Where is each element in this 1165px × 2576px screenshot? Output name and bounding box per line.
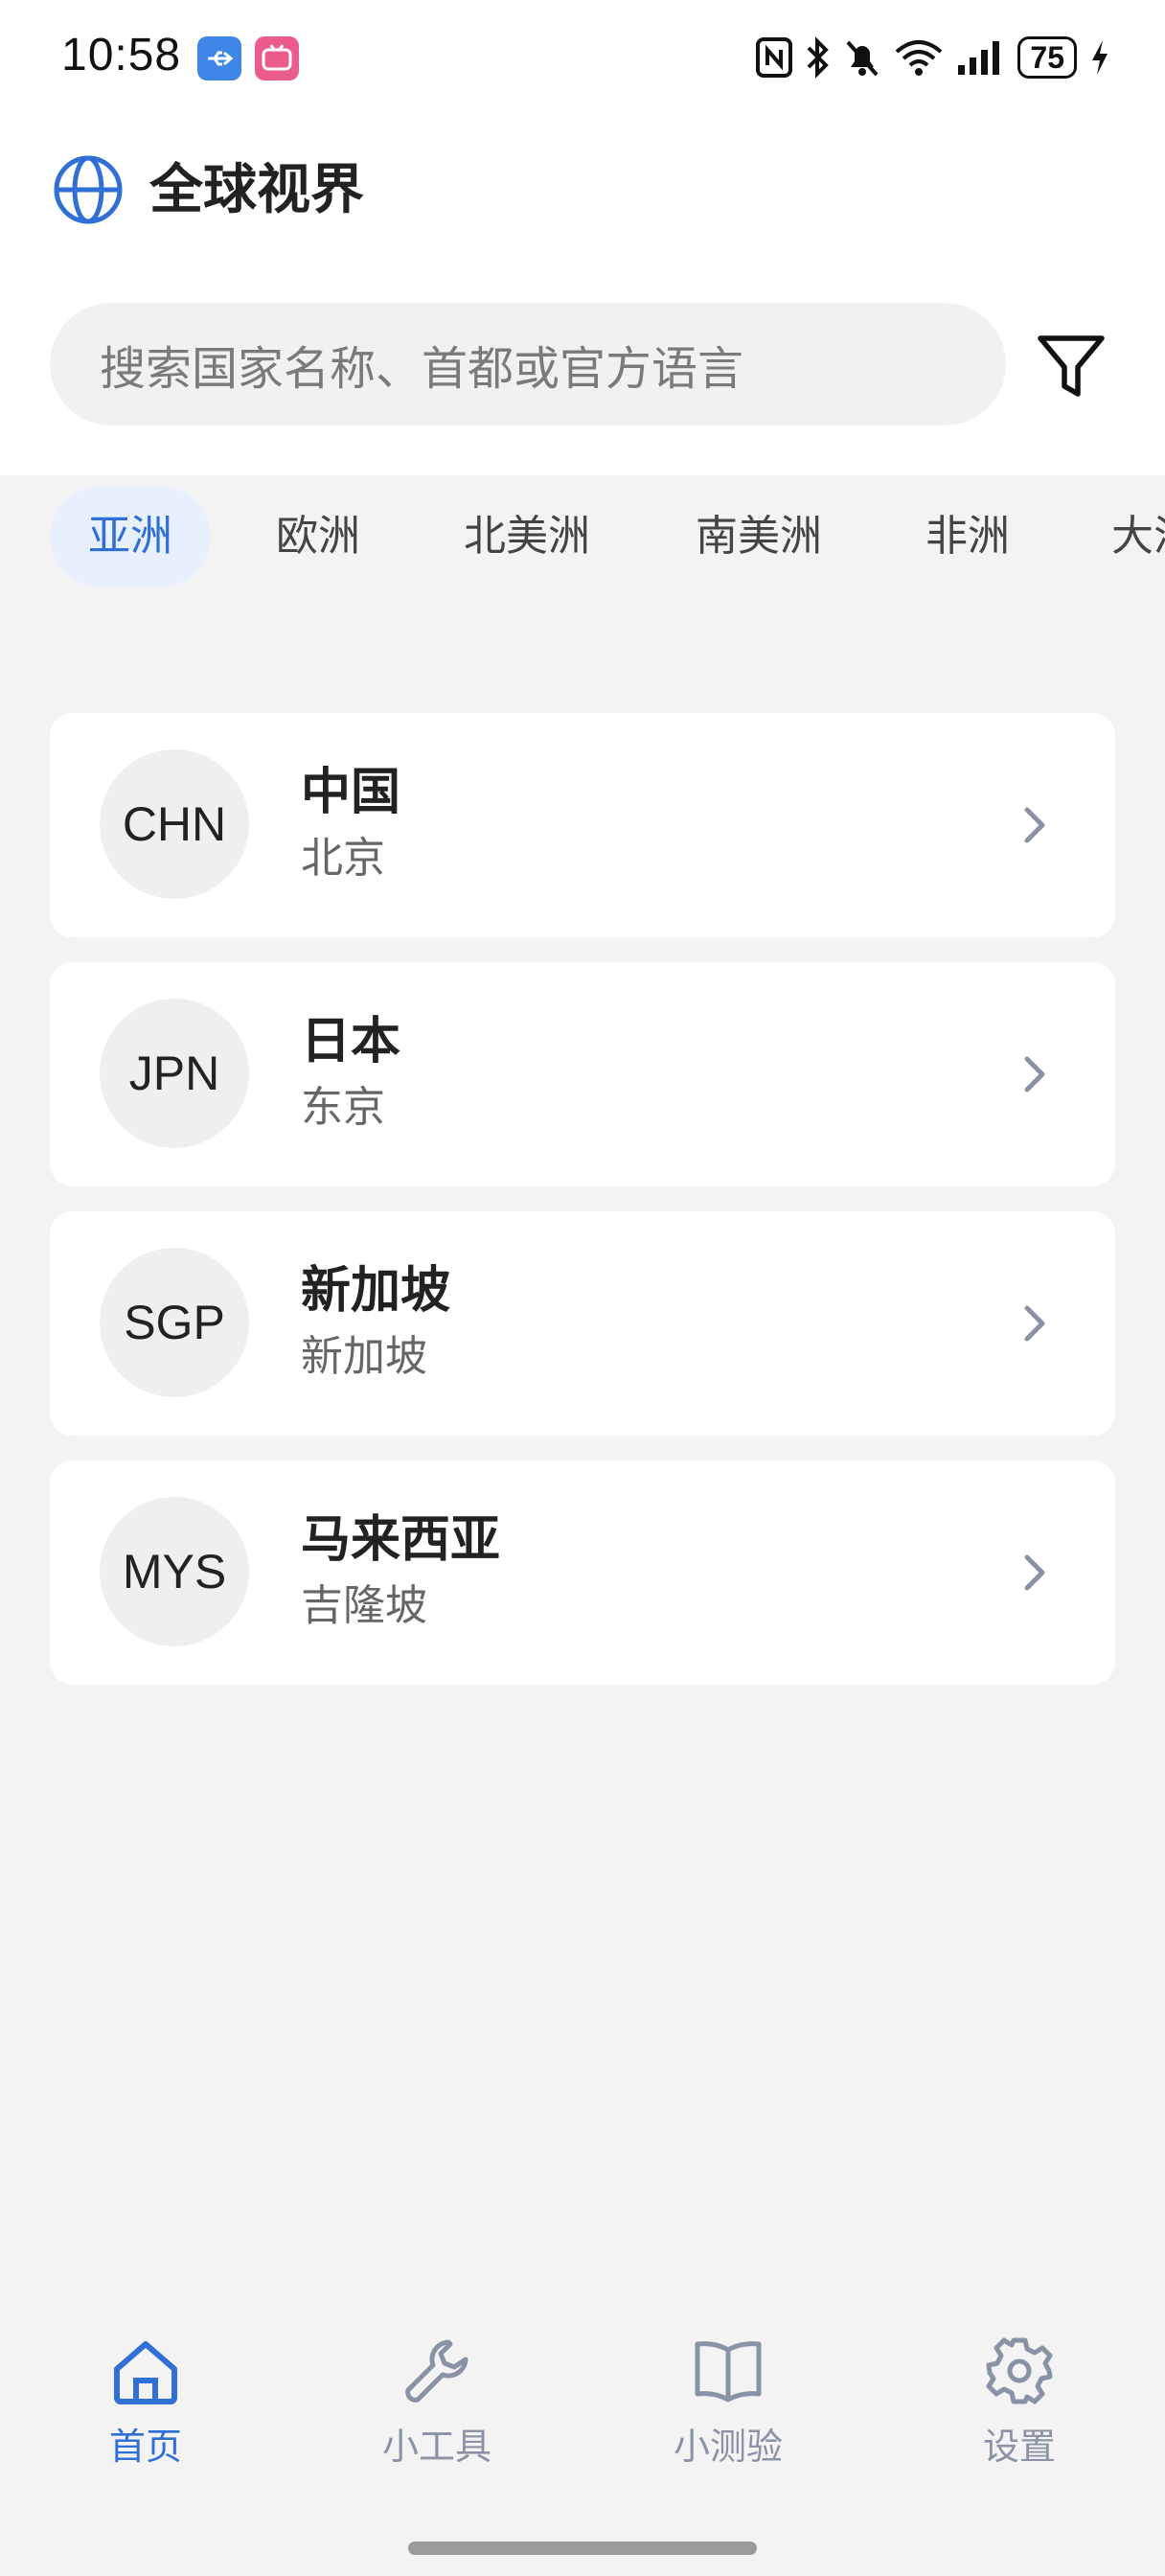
country-card[interactable]: SGP 新加坡 新加坡 bbox=[50, 1211, 1115, 1436]
country-name: 日本 bbox=[301, 1014, 401, 1070]
tab-africa[interactable]: 非洲 bbox=[910, 487, 1025, 586]
country-name: 新加坡 bbox=[301, 1263, 451, 1319]
usb-notification-icon bbox=[197, 36, 241, 80]
filter-icon bbox=[1038, 335, 1105, 397]
nav-home-label: 首页 bbox=[108, 2427, 182, 2468]
home-indicator[interactable] bbox=[408, 2542, 757, 2555]
tab-oceania[interactable]: 大洋洲 bbox=[1111, 487, 1165, 586]
nav-tools[interactable]: 小工具 bbox=[341, 2329, 533, 2482]
mute-bell-icon bbox=[846, 40, 879, 77]
bluetooth-icon bbox=[807, 36, 830, 79]
nav-home[interactable]: 首页 bbox=[50, 2329, 241, 2482]
globe-icon bbox=[54, 155, 123, 224]
app-title: 全球视界 bbox=[149, 159, 364, 219]
status-bar: 10:58 75 bbox=[0, 0, 1165, 113]
country-card[interactable]: JPN 日本 东京 bbox=[50, 962, 1115, 1186]
nav-quiz-label: 小测验 bbox=[673, 2427, 783, 2468]
country-capital: 吉隆坡 bbox=[301, 1582, 427, 1629]
tab-europe[interactable]: 欧洲 bbox=[251, 487, 385, 586]
country-card[interactable]: MYS 马来西亚 吉隆坡 bbox=[50, 1460, 1115, 1685]
home-icon bbox=[114, 2341, 177, 2404]
country-name: 中国 bbox=[301, 765, 401, 820]
chevron-right-icon bbox=[1024, 1305, 1045, 1342]
chevron-right-icon bbox=[1024, 807, 1045, 843]
bilibili-notification-icon bbox=[255, 36, 299, 80]
search-input[interactable]: 搜索国家名称、首都或官方语言 bbox=[50, 303, 1006, 426]
chevron-right-icon bbox=[1024, 1056, 1045, 1092]
chevron-right-icon bbox=[1024, 1554, 1045, 1591]
tab-asia[interactable]: 亚洲 bbox=[50, 487, 211, 586]
book-icon bbox=[695, 2341, 762, 2403]
country-capital: 北京 bbox=[301, 835, 385, 882]
nav-settings[interactable]: 设置 bbox=[924, 2329, 1115, 2482]
continent-tabs: 亚洲 欧洲 北美洲 南美洲 非洲 大洋洲 bbox=[0, 487, 1165, 592]
country-capital: 东京 bbox=[301, 1084, 385, 1131]
status-time: 10:58 bbox=[61, 30, 182, 80]
battery-indicator: 75 bbox=[1017, 36, 1077, 79]
wrench-icon bbox=[405, 2339, 468, 2403]
tab-north-america[interactable]: 北美洲 bbox=[450, 487, 604, 586]
filter-button[interactable] bbox=[1031, 328, 1111, 404]
gear-icon bbox=[986, 2337, 1053, 2404]
wifi-icon bbox=[896, 40, 943, 76]
nav-settings-label: 设置 bbox=[982, 2427, 1056, 2468]
nav-quiz[interactable]: 小测验 bbox=[632, 2329, 824, 2482]
signal-icon bbox=[958, 41, 1000, 75]
country-card[interactable]: CHN 中国 北京 bbox=[50, 713, 1115, 937]
country-code-avatar: JPN bbox=[100, 999, 249, 1148]
nfc-icon bbox=[756, 37, 793, 78]
tab-south-america[interactable]: 南美洲 bbox=[682, 487, 835, 586]
country-capital: 新加坡 bbox=[301, 1333, 427, 1380]
nav-tools-label: 小工具 bbox=[381, 2427, 491, 2468]
country-code-avatar: CHN bbox=[100, 749, 249, 899]
country-name: 马来西亚 bbox=[301, 1512, 501, 1568]
search-placeholder: 搜索国家名称、首都或官方语言 bbox=[100, 344, 744, 395]
charging-icon bbox=[1092, 40, 1108, 75]
country-code-avatar: MYS bbox=[100, 1497, 249, 1646]
country-code-avatar: SGP bbox=[100, 1248, 249, 1397]
status-icons: 75 bbox=[755, 33, 1111, 82]
